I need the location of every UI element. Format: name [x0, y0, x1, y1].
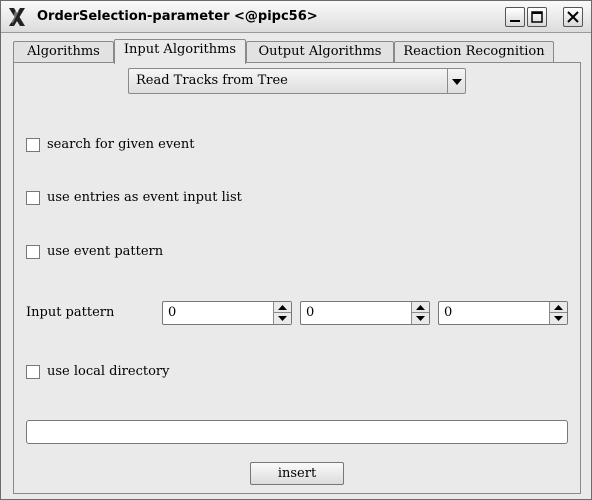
x-logo-icon [7, 7, 27, 27]
spinbox-buttons [273, 302, 291, 324]
check-label: use event pattern [47, 244, 164, 259]
spin-down-button[interactable] [412, 313, 429, 324]
spin-up-button[interactable] [412, 302, 429, 313]
spin-down-button[interactable] [274, 313, 291, 324]
check-label: use local directory [47, 364, 170, 379]
tab-output-algorithms[interactable]: Output Algorithms [246, 41, 394, 63]
input-pattern-label: Input pattern [26, 305, 115, 320]
checkbox[interactable] [26, 191, 40, 205]
pattern-spinbox-3[interactable]: 0 [438, 301, 568, 325]
pattern-spinbox-2[interactable]: 0 [300, 301, 430, 325]
directory-text-field[interactable] [26, 420, 568, 444]
spin-up-button[interactable] [550, 302, 567, 313]
dialog-window: OrderSelection-parameter <@pipc56> Algor… [0, 0, 592, 500]
spinbox-value: 0 [306, 305, 315, 320]
combo-dropdown-button[interactable] [447, 69, 465, 93]
window-title: OrderSelection-parameter <@pipc56> [37, 9, 318, 24]
title-bar[interactable]: OrderSelection-parameter <@pipc56> [1, 1, 591, 33]
triangle-down-icon [412, 313, 429, 328]
spinbox-value: 0 [168, 305, 177, 320]
spinbox-buttons [411, 302, 429, 324]
check-label: use entries as event input list [47, 190, 242, 205]
close-button[interactable] [563, 7, 583, 27]
combo-selected-value: Read Tracks from Tree [136, 73, 288, 88]
maximize-button[interactable] [527, 7, 547, 27]
checkbox[interactable] [26, 365, 40, 379]
checkbox[interactable] [26, 138, 40, 152]
checkbox[interactable] [26, 245, 40, 259]
triangle-down-icon [550, 313, 567, 328]
minimize-button[interactable] [505, 7, 525, 27]
tab-panel: Read Tracks from Tree search for given e… [13, 62, 581, 494]
triangle-down-icon [274, 313, 291, 328]
insert-button[interactable]: insert [250, 462, 344, 485]
tab-bar: Algorithms Input Algorithms Output Algor… [13, 39, 583, 64]
tab-reaction-recognition[interactable]: Reaction Recognition [394, 41, 554, 63]
triangle-down-icon [448, 79, 466, 97]
spinbox-buttons [549, 302, 567, 324]
pattern-spinbox-1[interactable]: 0 [162, 301, 292, 325]
tab-algorithms[interactable]: Algorithms [13, 41, 114, 63]
spinbox-value: 0 [444, 305, 453, 320]
algorithm-combo[interactable]: Read Tracks from Tree [128, 68, 466, 94]
check-label: search for given event [47, 137, 195, 152]
spin-down-button[interactable] [550, 313, 567, 324]
spin-up-button[interactable] [274, 302, 291, 313]
tab-input-algorithms[interactable]: Input Algorithms [114, 39, 246, 64]
